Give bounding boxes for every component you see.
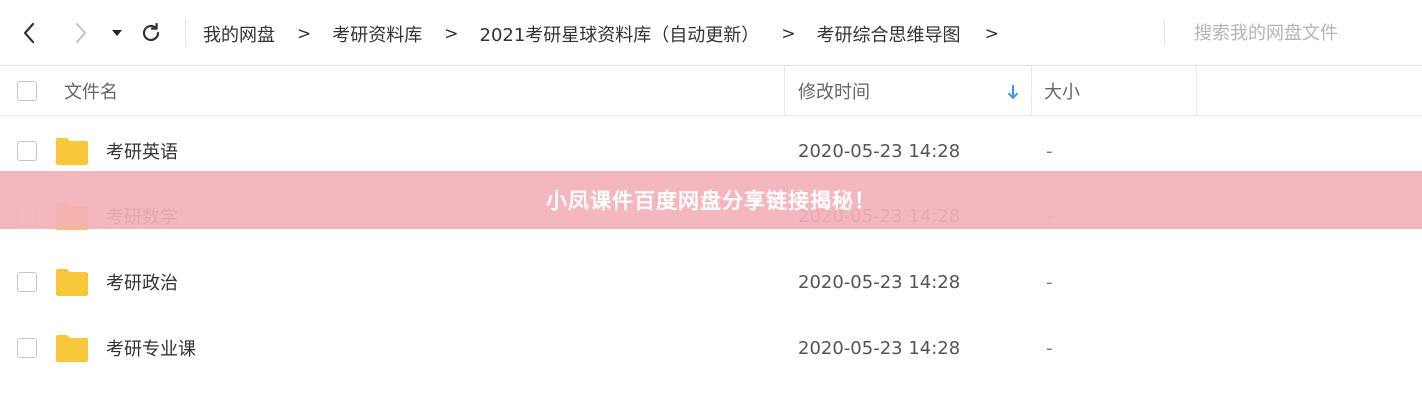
chevron-right-icon bbox=[76, 23, 86, 43]
back-button[interactable] bbox=[14, 17, 44, 49]
folder-icon bbox=[56, 138, 88, 165]
file-name[interactable]: 考研政治 bbox=[106, 252, 178, 312]
file-size: - bbox=[1046, 337, 1053, 359]
search-divider bbox=[1164, 20, 1165, 46]
folder-icon bbox=[56, 335, 88, 362]
breadcrumb-item-exam-library[interactable]: 考研资料库 bbox=[332, 21, 422, 47]
row-checkbox[interactable] bbox=[17, 272, 37, 292]
column-divider[interactable] bbox=[784, 66, 785, 116]
breadcrumb-separator: > bbox=[781, 24, 796, 44]
toolbar: 我的网盘 > 考研资料库 > 2021考研星球资料库（自动更新） > 考研综合思… bbox=[0, 0, 1422, 66]
table-header: 文件名 修改时间 大小 bbox=[0, 66, 1422, 116]
refresh-icon bbox=[142, 22, 160, 42]
file-name[interactable]: 考研专业课 bbox=[106, 318, 196, 378]
row-checkbox[interactable] bbox=[17, 141, 37, 161]
file-size: - bbox=[1046, 271, 1053, 293]
breadcrumb-item-my-drive[interactable]: 我的网盘 bbox=[203, 21, 275, 47]
banner-title: 小凤课件百度网盘分享链接揭秘！ bbox=[546, 189, 876, 213]
table-row[interactable]: 考研专业课 2020-05-23 14:28 - bbox=[0, 318, 1422, 378]
folder-icon bbox=[56, 269, 88, 296]
column-header-modified[interactable]: 修改时间 bbox=[798, 66, 870, 116]
table-row[interactable]: 考研政治 2020-05-23 14:28 - bbox=[0, 252, 1422, 312]
breadcrumb-item-mind-maps[interactable]: 考研综合思维导图 bbox=[817, 21, 961, 47]
breadcrumb-separator: > bbox=[297, 24, 312, 44]
row-checkbox[interactable] bbox=[17, 338, 37, 358]
file-modified: 2020-05-23 14:28 bbox=[798, 337, 961, 359]
forward-button[interactable] bbox=[66, 17, 96, 49]
chevron-left-icon bbox=[23, 22, 35, 44]
caret-down-icon bbox=[112, 30, 122, 36]
breadcrumb-item-2021-library[interactable]: 2021考研星球资料库（自动更新） bbox=[480, 21, 760, 47]
title-banner: 小凤课件百度网盘分享链接揭秘！ bbox=[0, 171, 1422, 229]
column-divider[interactable] bbox=[1196, 66, 1197, 116]
column-header-size[interactable]: 大小 bbox=[1044, 66, 1080, 116]
breadcrumb-separator: > bbox=[444, 24, 459, 44]
breadcrumb-separator: > bbox=[984, 24, 999, 44]
refresh-button[interactable] bbox=[136, 17, 166, 49]
toolbar-divider bbox=[185, 20, 186, 46]
column-divider[interactable] bbox=[1031, 66, 1032, 116]
history-dropdown-button[interactable] bbox=[104, 17, 130, 49]
select-all-checkbox[interactable] bbox=[17, 81, 37, 101]
arrow-down-icon[interactable] bbox=[1006, 84, 1020, 100]
file-modified: 2020-05-23 14:28 bbox=[798, 271, 961, 293]
search-input[interactable] bbox=[1178, 18, 1410, 48]
breadcrumb: 我的网盘 > 考研资料库 > 2021考研星球资料库（自动更新） > 考研综合思… bbox=[203, 21, 1020, 47]
column-header-name[interactable]: 文件名 bbox=[64, 66, 118, 116]
